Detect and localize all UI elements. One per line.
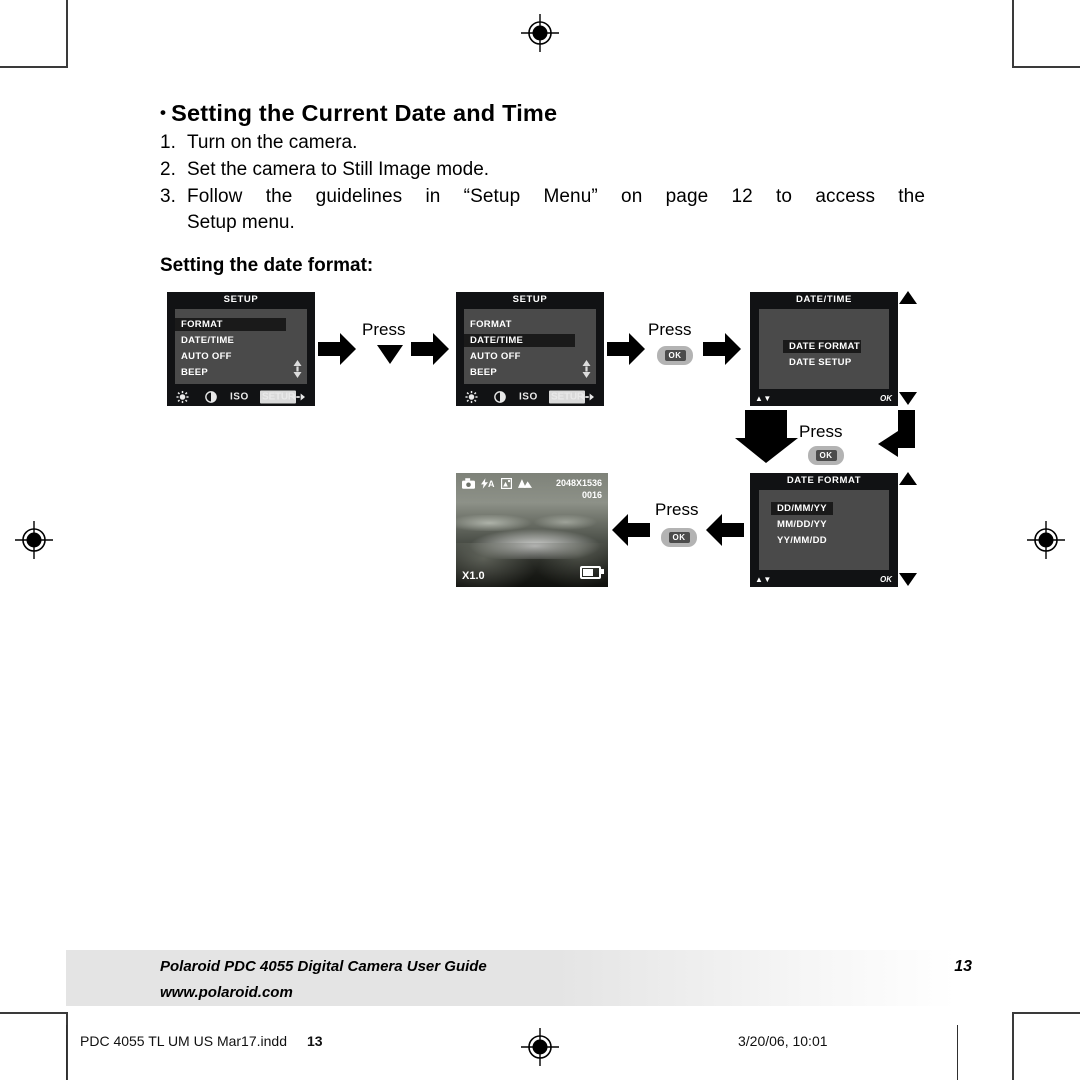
lcd-title: DATE/TIME: [796, 294, 852, 305]
flow-arrow-right-1: [318, 333, 356, 365]
flow-arrow-right-2: [411, 333, 449, 365]
menu-item-mmddyy[interactable]: MM/DD/YY: [771, 518, 827, 531]
preview-resolution-block: 2048X1536 0016: [556, 477, 602, 501]
scroll-updown-icon: [582, 360, 591, 378]
flow-arrow-right-4: [703, 333, 741, 365]
press-label-2: Press: [648, 320, 692, 339]
menu-item-datetime[interactable]: DATE/TIME: [175, 334, 234, 347]
lcd-screen-setup-datetime[interactable]: SETUP FORMAT DATE/TIME AUTO OFF BEEP ISO…: [456, 292, 604, 406]
left-right-arrows-icon[interactable]: [580, 392, 594, 401]
flow-arrow-left-2: [612, 514, 650, 546]
preview-ridgeline: [456, 515, 608, 531]
menu-item-format[interactable]: FORMAT: [175, 318, 286, 331]
menu-item-date-setup[interactable]: DATE SETUP: [783, 356, 851, 369]
press-label-4: Press: [655, 500, 699, 519]
landscape-icon: [517, 479, 532, 488]
menu-item-ddmmyy[interactable]: DD/MM/YY: [771, 502, 833, 515]
menu-item-autooff[interactable]: AUTO OFF: [175, 350, 232, 363]
menu-item-format[interactable]: FORMAT: [464, 318, 512, 331]
ok-hint: OK: [880, 394, 892, 403]
print-filename: PDC 4055 TL UM US Mar17.indd: [80, 1033, 287, 1049]
preview-zoom-level: X1.0: [462, 570, 485, 582]
contrast-icon[interactable]: [494, 390, 506, 403]
flash-auto-label: A: [488, 479, 495, 489]
ok-button-label: OK: [815, 450, 837, 461]
footer-guide-title: Polaroid PDC 4055 Digital Camera User Gu…: [160, 958, 487, 975]
menu-item-datetime[interactable]: DATE/TIME: [464, 334, 575, 347]
press-label-3: Press: [799, 422, 843, 441]
left-right-arrows-icon[interactable]: [291, 392, 305, 401]
image-quality-icon: [500, 478, 512, 489]
iso-label[interactable]: ISO: [519, 391, 538, 402]
press-label-1: Press: [362, 320, 406, 339]
ok-button-2[interactable]: OK: [808, 446, 844, 465]
print-timestamp: 3/20/06, 10:01: [738, 1033, 828, 1049]
scroll-down-arrow-1[interactable]: [899, 392, 917, 405]
scroll-down-arrow-2[interactable]: [899, 573, 917, 586]
lcd-statusbar: ISO SETUP: [456, 387, 604, 406]
white-balance-icon[interactable]: [465, 390, 478, 403]
flash-auto-icon: A: [481, 478, 495, 489]
camera-icon: [462, 478, 475, 489]
lcd-screen-live-preview[interactable]: A 2048X1536 0016 X1.0: [456, 473, 608, 587]
flow-arrow-left-1: [706, 514, 744, 546]
preview-shots-remaining: 0016: [581, 490, 602, 500]
scroll-updown-icon: [293, 360, 302, 378]
lcd-screen-setup-format[interactable]: SETUP FORMAT DATE/TIME AUTO OFF BEEP ISO…: [167, 292, 315, 406]
lcd-screen-date-format[interactable]: DATE FORMAT DD/MM/YY MM/DD/YY YY/MM/DD ▲…: [750, 473, 898, 587]
ok-button-1[interactable]: OK: [657, 346, 693, 365]
menu-item-beep[interactable]: BEEP: [175, 366, 208, 379]
ok-button-3[interactable]: OK: [661, 528, 697, 547]
battery-icon: [580, 566, 604, 579]
preview-resolution: 2048X1536: [555, 478, 602, 488]
lcd-title: SETUP: [512, 294, 548, 305]
preview-status-icons: A: [462, 478, 532, 489]
footer-website[interactable]: www.polaroid.com: [160, 984, 293, 1001]
lcd-title: DATE FORMAT: [786, 475, 862, 486]
updown-hint: ▲▼: [755, 394, 772, 403]
white-balance-icon[interactable]: [176, 390, 189, 403]
iso-label[interactable]: ISO: [230, 391, 249, 402]
menu-item-autooff[interactable]: AUTO OFF: [464, 350, 521, 363]
flow-arrow-right-3: [607, 333, 645, 365]
lcd-screen-datetime[interactable]: DATE/TIME DATE FORMAT DATE SETUP ▲▼ OK: [750, 292, 898, 406]
ok-hint: OK: [880, 575, 892, 584]
print-overlap-page: 13: [307, 1033, 323, 1049]
workflow-diagram: SETUP FORMAT DATE/TIME AUTO OFF BEEP ISO…: [0, 0, 1080, 1080]
scroll-up-arrow-1[interactable]: [899, 291, 917, 304]
lcd-menu-panel: FORMAT DATE/TIME AUTO OFF BEEP: [175, 309, 307, 384]
down-button-icon[interactable]: [377, 345, 403, 364]
lcd-menu-panel: FORMAT DATE/TIME AUTO OFF BEEP: [464, 309, 596, 384]
lcd-menu-panel: DATE FORMAT DATE SETUP: [759, 309, 889, 389]
ok-button-label: OK: [668, 532, 690, 543]
lcd-title: SETUP: [223, 294, 259, 305]
contrast-icon[interactable]: [205, 390, 217, 403]
menu-item-date-format[interactable]: DATE FORMAT: [783, 340, 861, 353]
ok-button-label: OK: [664, 350, 686, 361]
lcd-statusbar: ISO SETUP: [167, 387, 315, 406]
page-number: 13: [954, 958, 972, 975]
menu-item-beep[interactable]: BEEP: [464, 366, 497, 379]
lcd-menu-panel: DD/MM/YY MM/DD/YY YY/MM/DD: [759, 490, 889, 570]
updown-hint: ▲▼: [755, 575, 772, 584]
scroll-up-arrow-2[interactable]: [899, 472, 917, 485]
menu-item-yymmdd[interactable]: YY/MM/DD: [771, 534, 827, 547]
